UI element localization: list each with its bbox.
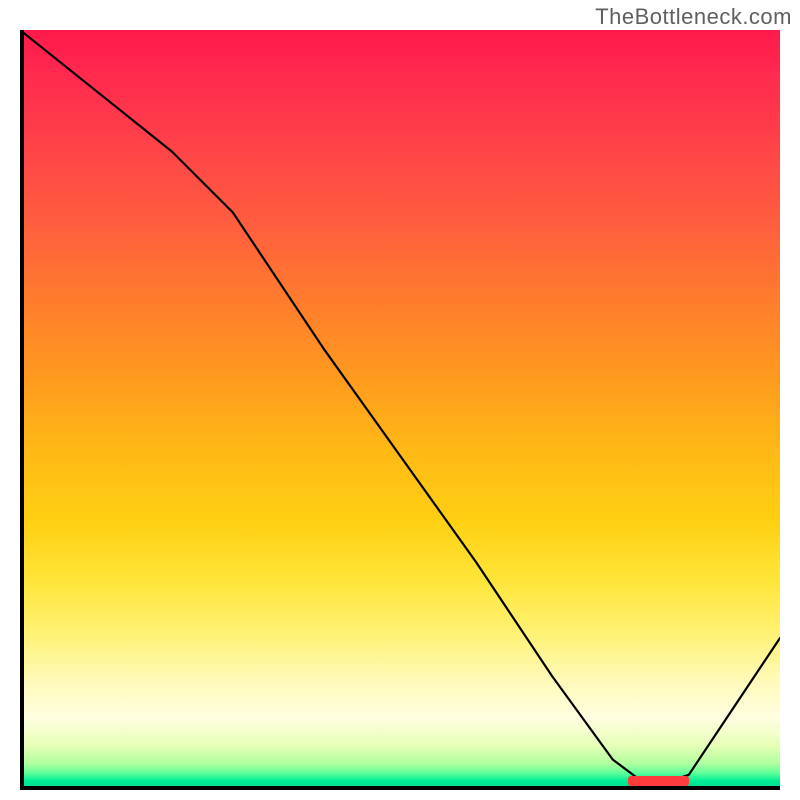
watermark-text: TheBottleneck.com [595, 4, 792, 30]
chart-stage: TheBottleneck.com [0, 0, 800, 800]
bottleneck-curve [20, 30, 780, 790]
plot-area [20, 30, 780, 790]
optimal-range-marker [628, 776, 689, 786]
